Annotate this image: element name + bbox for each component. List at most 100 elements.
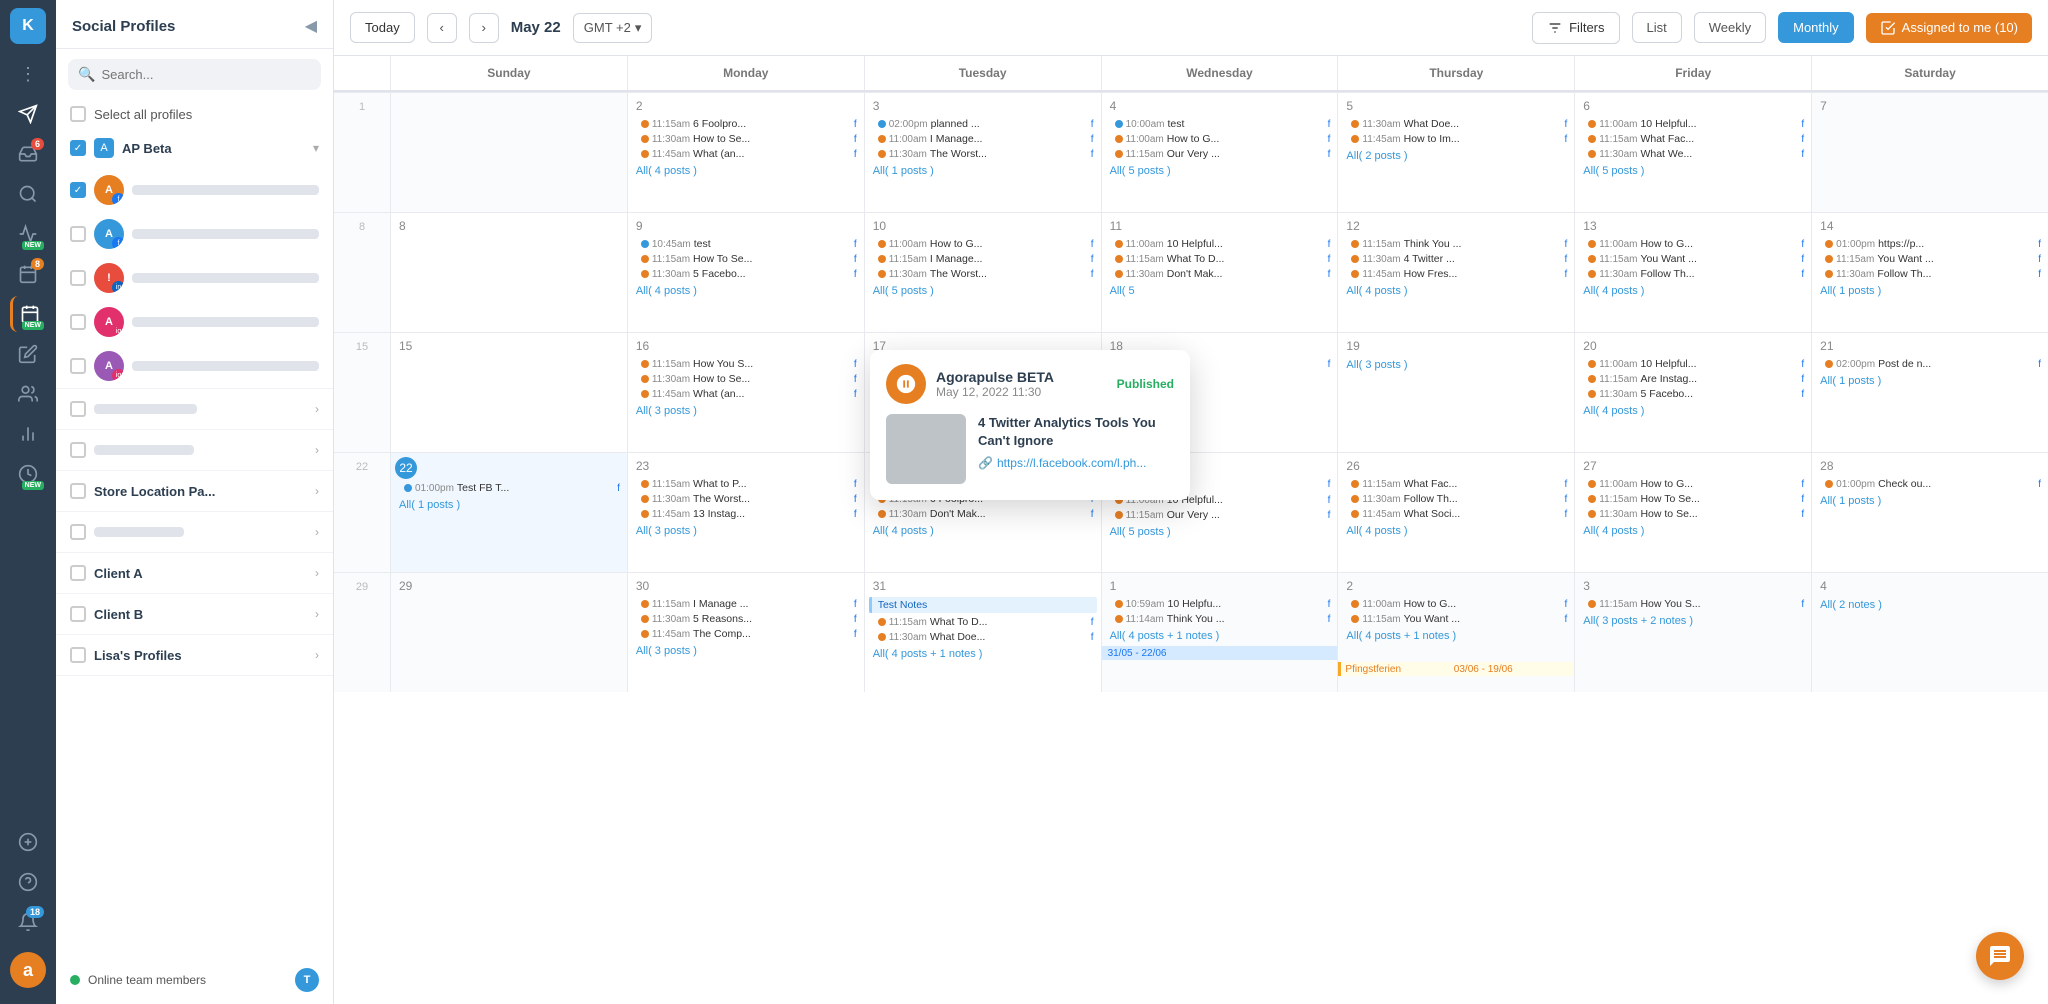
assigned-to-me-button[interactable]: Assigned to me (10) (1866, 13, 2032, 43)
all-posts-link[interactable]: All( 4 posts + 1 notes ) (1342, 628, 1570, 644)
list-item[interactable]: 11:30amFollow Th...f (1342, 492, 1570, 506)
list-item[interactable]: 11:00am10 Helpful...f (1579, 357, 1807, 371)
list-item[interactable]: 11:15amOur Very ...f (1106, 508, 1334, 522)
filters-button[interactable]: Filters (1532, 12, 1619, 44)
list-item[interactable]: 11:30am5 Reasons...f (632, 612, 860, 626)
table-row[interactable]: 30 11:15amI Manage ...f 11:30am5 Reasons… (627, 572, 864, 692)
user-avatar[interactable]: K (10, 8, 46, 44)
all-posts-link[interactable]: All( 4 posts + 1 notes ) (869, 646, 1097, 662)
list-item[interactable]: 11:00am10 Helpful...f (1106, 237, 1334, 251)
notifications-icon[interactable]: 18 (10, 904, 46, 940)
list-item[interactable]: 02:00pmplanned ...f (869, 117, 1097, 131)
group-checkbox[interactable] (70, 442, 86, 458)
calendar-icon[interactable]: 8 (10, 256, 46, 292)
table-row[interactable]: 7 (1811, 92, 2048, 212)
table-row[interactable]: 29 (390, 572, 627, 692)
sidebar-group-client-b[interactable]: Client B › (56, 594, 333, 635)
list-item[interactable]: 11:00amHow to G...f (1579, 237, 1807, 251)
all-posts-link[interactable]: All( 4 posts ) (1579, 283, 1807, 299)
sidebar-group-collapsed-1[interactable]: › (56, 389, 333, 430)
list-item[interactable]: 11:15amWhat Fac...f (1342, 477, 1570, 491)
table-row[interactable]: 16 11:15amHow You S...f 11:30amHow to Se… (627, 332, 864, 452)
table-row[interactable]: 9 10:45amtestf 11:15amHow To Se...f 11:3… (627, 212, 864, 332)
prev-button[interactable]: ‹ (427, 13, 457, 43)
list-item[interactable]: 11:30amThe Worst...f (632, 492, 860, 506)
list-item[interactable]: 11:15amHow To Se...f (1579, 492, 1807, 506)
sidebar-group-collapsed-3[interactable]: › (56, 512, 333, 553)
list-item[interactable]: 11:45amWhat Soci...f (1342, 507, 1570, 521)
list-item[interactable]: 11:45amWhat (an...f (632, 387, 860, 401)
list-item[interactable]: 11:15amHow You S...f (632, 357, 860, 371)
list-view-button[interactable]: List (1632, 12, 1682, 43)
group-checkbox[interactable] (70, 565, 86, 581)
sidebar-group-store-location[interactable]: Store Location Pa... › (56, 471, 333, 512)
list-item[interactable]: 11:15amI Manage ...f (632, 597, 860, 611)
select-all-checkbox[interactable] (70, 106, 86, 122)
table-row[interactable]: 6 11:00am10 Helpful...f 11:15amWhat Fac.… (1574, 92, 1811, 212)
table-row[interactable]: 13 11:00amHow to G...f 11:15amYou Want .… (1574, 212, 1811, 332)
all-posts-link[interactable]: All( 2 notes ) (1816, 597, 2044, 613)
all-posts-link[interactable]: All( 5 posts ) (1106, 163, 1334, 179)
list-item[interactable]: 11:15amHow To Se...f (632, 252, 860, 266)
list-item[interactable]: 11:30amDon't Mak...f (1106, 267, 1334, 281)
table-row[interactable]: 26 11:15amWhat Fac...f 11:30amFollow Th.… (1337, 452, 1574, 572)
sidebar-group-client-a[interactable]: Client A › (56, 553, 333, 594)
all-posts-link[interactable]: All( 5 posts ) (1106, 524, 1334, 540)
table-row[interactable] (390, 92, 627, 212)
list-item[interactable]: A ig (56, 344, 333, 388)
list-item[interactable]: 11:30am5 Facebo...f (632, 267, 860, 281)
table-row[interactable]: 22 01:00pmTest FB T...f All( 1 posts ) (390, 452, 627, 572)
list-item[interactable]: 11:00amHow to G...f (1106, 132, 1334, 146)
list-item[interactable]: A f (56, 212, 333, 256)
list-item[interactable]: 11:15amWhat To D...f (1106, 252, 1334, 266)
list-item[interactable]: 11:15amAre Instag...f (1579, 372, 1807, 386)
table-row[interactable]: 23 11:15amWhat to P...f 11:30amThe Worst… (627, 452, 864, 572)
all-posts-link[interactable]: All( 1 posts ) (1816, 493, 2044, 509)
online-member-avatar[interactable]: T (295, 968, 319, 992)
all-posts-link[interactable]: All( 4 posts ) (1342, 283, 1570, 299)
profile-checkbox-5[interactable] (70, 358, 86, 374)
list-item[interactable]: 11:30amThe Worst...f (869, 267, 1097, 281)
list-item[interactable]: 11:30amDon't Mak...f (869, 507, 1097, 521)
drafts-icon[interactable] (10, 336, 46, 372)
table-row[interactable]: 28 01:00pmCheck ou...f All( 1 posts ) (1811, 452, 2048, 572)
all-posts-link[interactable]: All( 4 posts ) (1579, 523, 1807, 539)
group-checkbox[interactable] (70, 524, 86, 540)
menu-icon[interactable]: ⋮ (10, 56, 46, 92)
list-item[interactable]: 11:45amHow to Im...f (1342, 132, 1570, 146)
all-posts-link[interactable]: All( 5 (1106, 283, 1334, 299)
table-row[interactable]: 8 (390, 212, 627, 332)
list-item[interactable]: 11:30amWhat Doe...f (869, 630, 1097, 644)
all-posts-link[interactable]: All( 1 posts ) (1816, 373, 2044, 389)
sidebar-group-lisas-profiles[interactable]: Lisa's Profiles › (56, 635, 333, 676)
add-icon[interactable] (10, 824, 46, 860)
list-item[interactable]: 11:45amHow Fres...f (1342, 267, 1570, 281)
list-item[interactable]: 10:45amtestf (632, 237, 860, 251)
table-row[interactable]: 4 10:00amtestf 11:00amHow to G...f 11:15… (1101, 92, 1338, 212)
table-row[interactable]: 31 Test Notes 11:15amWhat To D...f 11:30… (864, 572, 1101, 692)
all-posts-link[interactable]: All( 4 posts + 1 notes ) (1106, 628, 1334, 644)
group-checkbox[interactable] (70, 606, 86, 622)
table-row[interactable]: 2 11:15am6 Foolpro...f 11:30amHow to Se.… (627, 92, 864, 212)
search-icon[interactable] (10, 176, 46, 212)
table-row[interactable]: 14 01:00pmhttps://p...f 11:15amYou Want … (1811, 212, 2048, 332)
all-posts-link[interactable]: All( 4 posts ) (1342, 523, 1570, 539)
list-item[interactable]: 11:45amWhat (an...f (632, 147, 860, 161)
list-item[interactable]: 11:30amFollow Th...f (1579, 267, 1807, 281)
list-item[interactable]: ! in (56, 256, 333, 300)
table-row[interactable]: 2 11:00amHow to G...f 11:15amYou Want ..… (1337, 572, 1574, 692)
users-icon[interactable] (10, 376, 46, 412)
select-all-row[interactable]: Select all profiles (56, 100, 333, 128)
table-row[interactable]: 27 11:00amHow to G...f 11:15amHow To Se.… (1574, 452, 1811, 572)
list-item[interactable]: 11:30amHow to Se...f (1579, 507, 1807, 521)
table-row[interactable]: 1 10:59am10 Helpfu...f 11:14amThink You … (1101, 572, 1338, 692)
list-item[interactable]: 10:00amtestf (1106, 117, 1334, 131)
table-row[interactable]: 10 11:00amHow to G...f 11:15amI Manage..… (864, 212, 1101, 332)
profile-checkbox-4[interactable] (70, 314, 86, 330)
weekly-view-button[interactable]: Weekly (1694, 12, 1766, 43)
list-item[interactable]: 02:00pmPost de n...f (1816, 357, 2044, 371)
all-posts-link[interactable]: All( 3 posts ) (632, 403, 860, 419)
all-posts-link[interactable]: All( 3 posts ) (632, 643, 860, 659)
sidebar-group-collapsed-2[interactable]: › (56, 430, 333, 471)
all-posts-link[interactable]: All( 3 posts ) (1342, 357, 1570, 373)
